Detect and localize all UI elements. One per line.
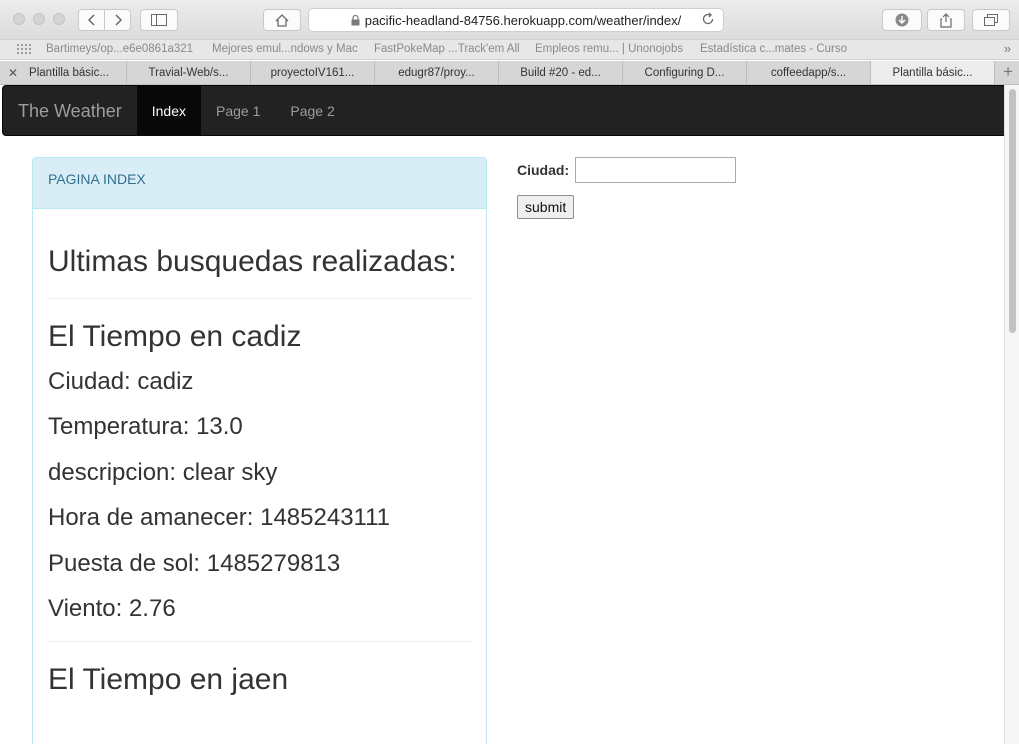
tab-bar: ✕ Plantilla básic... Travial-Web/s... pr… — [0, 61, 1019, 85]
lock-icon — [351, 14, 360, 25]
bookmarks-bar: Bartimeys/op...e6e0861a321 Mejores emul.… — [0, 40, 1019, 60]
home-icon — [275, 13, 289, 27]
tab-label: Plantilla básic... — [892, 66, 973, 79]
panel-heading: PAGINA INDEX — [33, 158, 486, 209]
nav-link-page-2[interactable]: Page 2 — [275, 86, 349, 135]
browser-tab[interactable]: Configuring D... — [623, 61, 747, 84]
sidebar-button[interactable] — [140, 9, 178, 31]
bookmark-item[interactable]: Mejores emul...ndows y Mac — [212, 43, 358, 55]
tabs-overview-icon — [984, 14, 998, 26]
weather-result-title: El Tiempo en cadiz — [48, 320, 302, 353]
zoom-window-button[interactable] — [53, 13, 65, 25]
new-tab-icon[interactable]: + — [1003, 62, 1013, 82]
bookmark-item[interactable]: Bartimeys/op...e6e0861a321 — [46, 43, 193, 55]
bookmark-item[interactable]: Estadística c...mates - Curso — [700, 43, 847, 55]
close-tab-icon[interactable]: ✕ — [8, 66, 18, 80]
show-tabs-button[interactable] — [972, 9, 1010, 31]
reload-icon[interactable] — [701, 12, 715, 26]
chevron-right-icon — [114, 14, 122, 26]
page-viewport: The Weather Index Page 1 Page 2 PAGINA I… — [0, 85, 1019, 744]
minimize-window-button[interactable] — [33, 13, 45, 25]
share-button[interactable] — [927, 9, 965, 31]
weather-result: El Tiempo en jaen — [48, 663, 471, 696]
results-panel: PAGINA INDEX Ultimas busquedas realizada… — [32, 157, 487, 744]
grid-icon[interactable] — [17, 44, 31, 54]
browser-tab[interactable]: Travial-Web/s... — [127, 61, 251, 84]
weather-city: Ciudad: cadiz — [48, 368, 194, 395]
tab-label: Travial-Web/s... — [148, 66, 229, 79]
home-button[interactable] — [263, 9, 301, 31]
browser-tab[interactable]: ✕ Plantilla básic... — [0, 61, 127, 84]
divider — [48, 298, 471, 299]
weather-sunset: Puesta de sol: 1485279813 — [48, 549, 341, 577]
scrollbar-thumb[interactable] — [1009, 89, 1016, 333]
browser-tab[interactable]: edugr87/proy... — [375, 61, 499, 84]
tab-label: coffeedapp/s... — [770, 66, 847, 79]
more-bookmarks-icon[interactable]: » — [1004, 41, 1011, 56]
browser-tab[interactable]: proyectoIV161... — [251, 61, 375, 84]
nav-link-page-1[interactable]: Page 1 — [201, 86, 275, 135]
weather-result-title: El Tiempo en jaen — [48, 663, 289, 697]
tab-label: proyectoIV161... — [270, 66, 355, 79]
download-icon — [895, 13, 909, 27]
city-input[interactable] — [575, 157, 736, 183]
address-bar[interactable]: pacific-headland-84756.herokuapp.com/wea… — [308, 8, 724, 32]
page-scrollbar[interactable] — [1004, 85, 1019, 744]
close-window-button[interactable] — [13, 13, 25, 25]
navbar-brand[interactable]: The Weather — [3, 86, 137, 135]
panel-body: Ultimas busquedas realizadas: El Tiempo … — [33, 245, 486, 696]
recent-searches-title: Ultimas busquedas realizadas: — [48, 245, 457, 278]
browser-toolbar: pacific-headland-84756.herokuapp.com/wea… — [0, 0, 1019, 40]
nav-link-index[interactable]: Index — [136, 86, 201, 135]
browser-tab-active[interactable]: Plantilla básic... — [871, 61, 995, 84]
weather-description: descripcion: clear sky — [48, 458, 278, 486]
bookmark-item[interactable]: Empleos remu... | Unonojobs — [535, 43, 683, 55]
chevron-left-icon — [87, 14, 95, 26]
sidebar-icon — [151, 14, 167, 26]
browser-tab[interactable]: Build #20 - ed... — [499, 61, 623, 84]
weather-temperature: Temperatura: 13.0 — [48, 413, 243, 441]
bookmark-item[interactable]: FastPokeMap ...Track'em All — [374, 43, 520, 55]
submit-button[interactable]: submit — [517, 195, 575, 219]
forward-button[interactable] — [104, 9, 131, 31]
browser-tab[interactable]: coffeedapp/s... — [747, 61, 871, 84]
weather-result: El Tiempo en cadiz Ciudad: cadiz Tempera… — [48, 320, 471, 643]
downloads-button[interactable] — [882, 9, 922, 31]
share-icon — [940, 12, 952, 28]
city-search-form: Ciudad: submit — [517, 157, 736, 219]
back-button[interactable] — [78, 9, 105, 31]
divider — [48, 641, 471, 643]
tab-label: Build #20 - ed... — [520, 66, 601, 79]
tab-label: Plantilla básic... — [29, 66, 109, 79]
site-navbar: The Weather Index Page 1 Page 2 — [2, 85, 1019, 136]
weather-sunrise: Hora de amanecer: 1485243111 — [48, 504, 391, 532]
tab-label: edugr87/proy... — [398, 66, 475, 79]
tab-label: Configuring D... — [644, 66, 725, 79]
weather-wind: Viento: 2.76 — [48, 594, 176, 622]
city-label: Ciudad: — [517, 162, 570, 178]
url-text: pacific-headland-84756.herokuapp.com/wea… — [364, 12, 682, 28]
